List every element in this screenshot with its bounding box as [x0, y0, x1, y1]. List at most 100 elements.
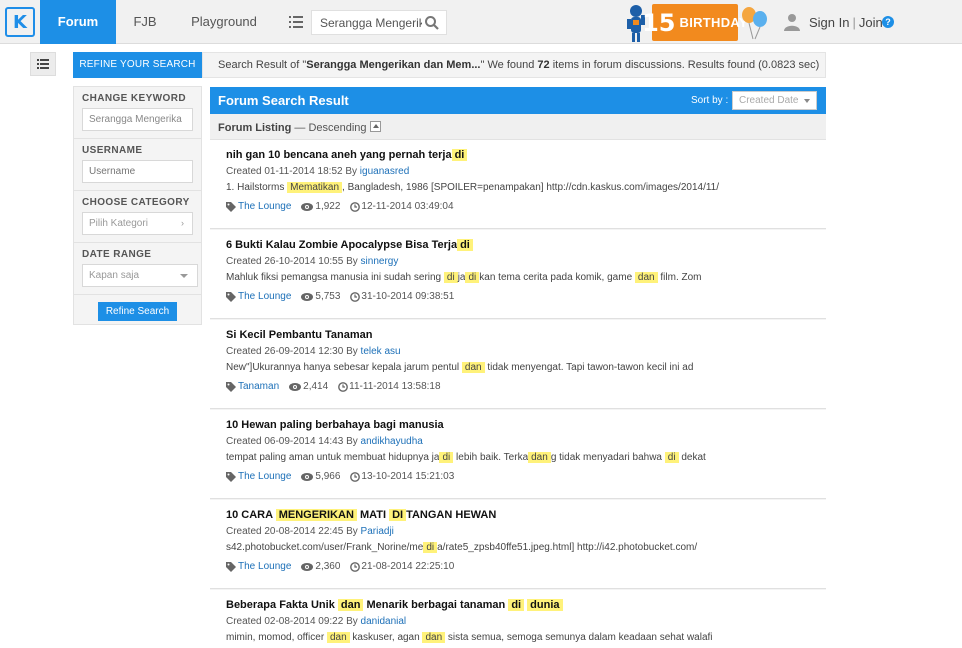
list-icon [37, 59, 49, 69]
result-footer: The Lounge 5,753 31-10-2014 09:38:51 [226, 291, 454, 302]
result-author-link[interactable]: sinnergy [361, 256, 399, 267]
eye-icon [301, 472, 314, 481]
result-item: 6 Bukti Kalau Zombie Apocalypse Bisa Ter… [210, 230, 826, 319]
summary-query: Serangga Mengerikan dan Mem... [306, 59, 481, 71]
result-category-link[interactable]: Tanaman [238, 381, 279, 392]
result-title-link[interactable]: nih gan 10 bencana aneh yang pernah terj… [226, 149, 468, 161]
username-section: USERNAME [74, 139, 201, 191]
search-icon[interactable] [424, 15, 440, 31]
result-author-link[interactable]: Pariadji [361, 526, 394, 537]
result-snippet: mimin, momod, officer dan kaskuser, agan… [226, 632, 713, 643]
nav-tab-playground[interactable]: Playground [186, 0, 262, 44]
top-search-box [311, 10, 447, 35]
search-result-summary: Search Result of "Serangga Mengerikan da… [202, 52, 826, 78]
date-range-label: DATE RANGE [82, 249, 152, 260]
text-segment: mimin, momod, officer [226, 632, 327, 643]
result-title-link[interactable]: 10 Hewan paling berbahaya bagi manusia [226, 419, 444, 431]
text-segment: g tidak menyadari bahwa [550, 452, 665, 463]
text-segment: TANGAN HEWAN [406, 509, 497, 521]
text-segment: film. Zom [657, 272, 702, 283]
keyword-highlight: dan [528, 452, 551, 463]
collapse-toggle-icon[interactable] [370, 121, 381, 132]
top-search-input[interactable] [312, 11, 422, 34]
text-segment: Beberapa Fakta Unik [226, 599, 338, 611]
forum-listing-bar: Forum Listing — Descending [210, 114, 826, 140]
nav-tab-fjb[interactable]: FJB [122, 0, 168, 44]
result-footer: Tanaman 2,414 11-11-2014 13:58:18 [226, 381, 441, 392]
text-segment: kan tema cerita pada komik, game [479, 272, 635, 283]
category-value: Pilih Kategori [89, 218, 148, 229]
clock-icon [338, 381, 349, 392]
signin-link[interactable]: Sign In [809, 15, 849, 30]
result-footer: The Lounge 5,966 13-10-2014 15:21:03 [226, 471, 454, 482]
result-snippet: tempat paling aman untuk membuat hidupny… [226, 452, 706, 463]
clock-icon [350, 291, 361, 302]
sidebar-toggle-button[interactable] [30, 52, 56, 76]
chevron-down-icon [804, 99, 810, 103]
list-menu-icon[interactable] [283, 11, 309, 33]
result-meta: Created 06-09-2014 14:43 By andikhayudha [226, 436, 423, 447]
date-range-select[interactable]: Kapan saja [82, 264, 198, 287]
result-created: Created 02-08-2014 09:22 By [226, 616, 361, 627]
sort-value: Created Date [739, 95, 799, 106]
text-segment: dekat [678, 452, 706, 463]
result-title-link[interactable]: Si Kecil Pembantu Tanaman [226, 329, 373, 341]
date-range-value: Kapan saja [89, 270, 140, 281]
result-author-link[interactable]: andikhayudha [361, 436, 423, 447]
result-item: Si Kecil Pembantu Tanaman Created 26-09-… [210, 320, 826, 409]
result-footer: The Lounge 1,922 12-11-2014 03:49:04 [226, 201, 454, 212]
result-title-link[interactable]: 10 CARA MENGERIKAN MATI DI TANGAN HEWAN [226, 509, 496, 521]
keyword-highlight: di [443, 272, 458, 283]
result-meta: Created 01-11-2014 18:52 By iguanasred [226, 166, 409, 177]
text-segment: sista semua, semoga semunya dalam keadaa… [445, 632, 713, 643]
text-segment: New"]Ukurannya hanya sebesar kepala jaru… [226, 362, 462, 373]
result-last-post: 13-10-2014 15:21:03 [361, 471, 455, 482]
result-category-link[interactable]: The Lounge [238, 291, 291, 302]
text-segment: nih gan 10 bencana aneh yang pernah terj… [226, 149, 452, 161]
text-segment: s42.photobucket.com/user/Frank_Norine/me [226, 542, 424, 553]
kaskus-logo[interactable]: K [0, 0, 40, 44]
result-views: 2,360 [315, 561, 341, 572]
result-snippet: New"]Ukurannya hanya sebesar kepala jaru… [226, 362, 693, 373]
category-select[interactable]: Pilih Kategori › [82, 212, 193, 235]
eye-icon [289, 382, 302, 391]
keyword-highlight: dan [422, 632, 446, 643]
summary-suffix: items in forum discussions. Results foun… [549, 59, 820, 71]
text-segment: Si Kecil Pembantu Tanaman [226, 329, 373, 341]
birthday-banner[interactable]: 15 BIRTHDAY [642, 4, 748, 41]
result-created: Created 20-08-2014 22:45 By [226, 526, 361, 537]
keyword-highlight: dan [337, 599, 364, 611]
result-title-link[interactable]: Beberapa Fakta Unik dan Menarik berbagai… [226, 599, 563, 611]
change-keyword-section: CHANGE KEYWORD [74, 87, 201, 139]
text-segment: Mahluk fiksi pemangsa manusia ini sudah … [226, 272, 444, 283]
summary-count: 72 [537, 59, 550, 71]
help-icon[interactable]: ? [882, 16, 894, 28]
result-views: 1,922 [315, 201, 341, 212]
date-range-section: DATE RANGE Kapan saja [74, 243, 201, 295]
clock-icon [350, 201, 361, 212]
result-author-link[interactable]: iguanasred [360, 166, 409, 177]
text-segment: lebih baik. Terka [453, 452, 529, 463]
result-title-link[interactable]: 6 Bukti Kalau Zombie Apocalypse Bisa Ter… [226, 239, 473, 251]
tag-icon [226, 561, 236, 572]
result-category-link[interactable]: The Lounge [238, 561, 291, 572]
keyword-input[interactable] [82, 108, 193, 131]
result-author-link[interactable]: danidanial [361, 616, 407, 627]
text-segment: kaskuser, agan [349, 632, 423, 643]
result-item: Beberapa Fakta Unik dan Menarik berbagai… [210, 590, 826, 648]
result-last-post: 31-10-2014 09:38:51 [361, 291, 455, 302]
result-meta: Created 26-09-2014 12:30 By telek asu [226, 346, 401, 357]
keyword-highlight: Mematikan [287, 182, 343, 193]
join-link[interactable]: Join [859, 15, 883, 30]
refine-search-tab[interactable]: REFINE YOUR SEARCH [73, 52, 202, 78]
result-last-post: 21-08-2014 22:25:10 [361, 561, 455, 572]
sort-select[interactable]: Created Date [732, 91, 817, 110]
clock-icon [350, 471, 361, 482]
result-category-link[interactable]: The Lounge [238, 201, 291, 212]
refine-search-button[interactable]: Refine Search [98, 302, 177, 321]
birthday-text: BIRTHDAY [679, 15, 748, 30]
result-category-link[interactable]: The Lounge [238, 471, 291, 482]
username-input[interactable] [82, 160, 193, 183]
result-author-link[interactable]: telek asu [361, 346, 401, 357]
nav-tab-forum[interactable]: Forum [40, 0, 116, 44]
